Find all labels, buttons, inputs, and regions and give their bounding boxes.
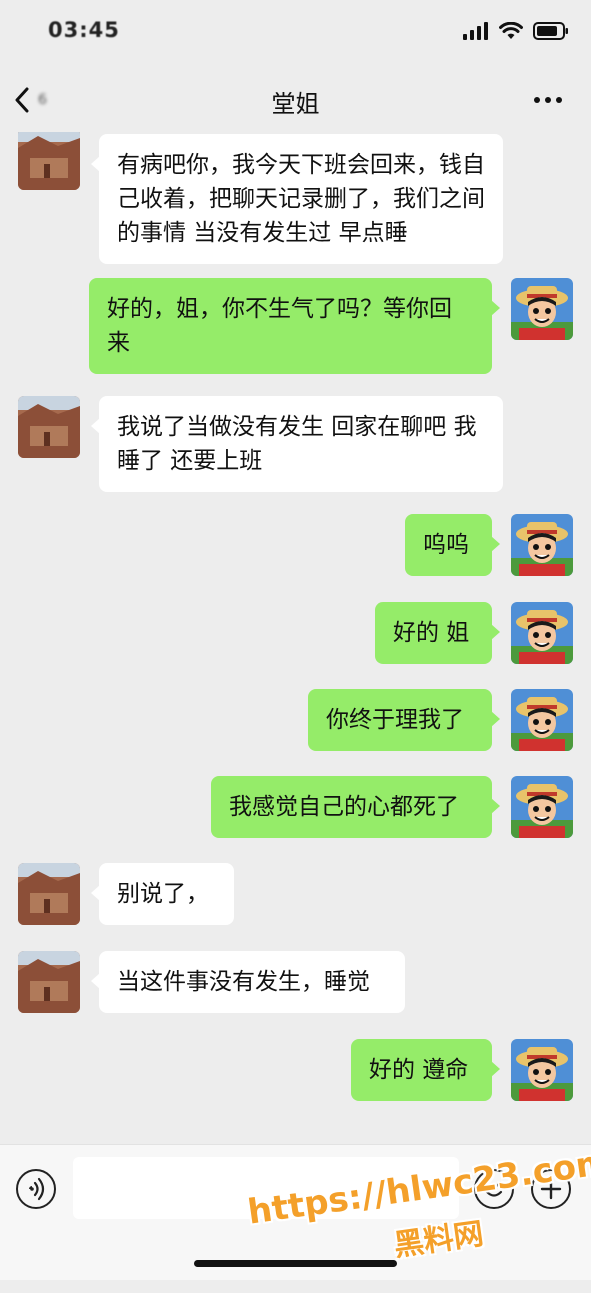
my-avatar[interactable] <box>511 278 573 340</box>
message-bubble-sent[interactable]: 我感觉自己的心都死了 <box>211 776 500 838</box>
chat-title: 堂姐 <box>271 90 320 118</box>
message-list[interactable]: 有病吧你，我今天下班会回来，钱自己收着，把聊天记录删了，我们之间的事情 当没有发… <box>0 132 591 1144</box>
contact-avatar[interactable] <box>18 396 80 458</box>
my-avatar[interactable] <box>511 776 573 838</box>
message-bubble-received[interactable]: 别说了， <box>91 863 234 925</box>
contact-avatar[interactable] <box>18 951 80 1013</box>
message-bubble-received[interactable]: 我说了当做没有发生 回家在聊吧 我睡了 还要上班 <box>91 396 503 492</box>
status-bar: 03:45 <box>0 0 591 68</box>
status-time: 03:45 <box>48 18 120 42</box>
message-bubble-sent[interactable]: 好的 姐 <box>375 602 500 664</box>
signal-icon <box>463 22 488 40</box>
plus-icon <box>540 1178 562 1200</box>
voice-input-button[interactable] <box>16 1169 56 1209</box>
home-indicator[interactable] <box>194 1260 397 1267</box>
contact-avatar[interactable] <box>18 132 80 190</box>
my-avatar[interactable] <box>511 514 573 576</box>
message-bubble-sent[interactable]: 好的 遵命 <box>351 1039 500 1101</box>
battery-icon <box>533 22 568 40</box>
contact-avatar[interactable] <box>18 863 80 925</box>
wifi-icon <box>499 22 523 39</box>
emoji-icon <box>485 1183 503 1197</box>
voice-icon <box>29 1177 45 1201</box>
status-icons <box>463 22 569 40</box>
my-avatar[interactable] <box>511 1039 573 1101</box>
my-avatar[interactable] <box>511 689 573 751</box>
message-bubble-sent[interactable]: 你终于理我了 <box>308 689 500 751</box>
chat-header: 6 堂姐 <box>0 68 591 132</box>
emoji-button[interactable] <box>474 1169 514 1209</box>
message-bubble-sent[interactable]: 呜呜 <box>405 514 500 576</box>
message-bubble-sent[interactable]: 好的，姐，你不生气了吗？等你回来 <box>89 278 500 374</box>
more-functions-button[interactable] <box>531 1169 571 1209</box>
my-avatar[interactable] <box>511 602 573 664</box>
message-bubble-received[interactable]: 当这件事没有发生，睡觉 <box>91 951 405 1013</box>
message-bubble-received[interactable]: 有病吧你，我今天下班会回来，钱自己收着，把聊天记录删了，我们之间的事情 当没有发… <box>91 134 503 264</box>
more-options-icon[interactable] <box>533 90 563 110</box>
message-input[interactable] <box>73 1157 459 1219</box>
